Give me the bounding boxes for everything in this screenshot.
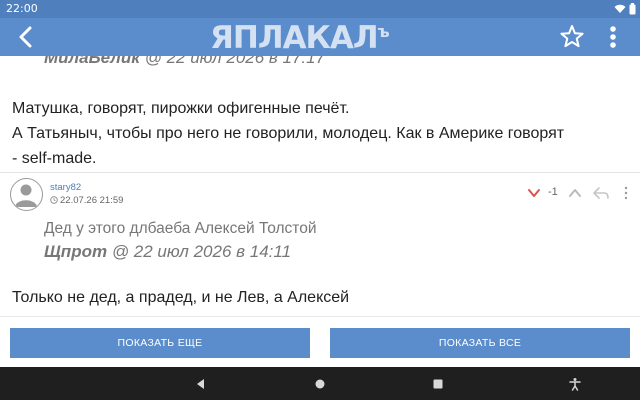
prev-quote-date: @ 22 июл 2026 в 17:17 xyxy=(144,56,326,67)
quote-text: Дед у этого длбаеба Алексей Толстой xyxy=(44,220,317,237)
app-bar: ЯПЛАКАЛъ xyxy=(0,18,640,56)
prev-comment-line: Матушка, говорят, пирожки офигенные печё… xyxy=(12,100,350,117)
comment-timestamp: 22.07.26 21:59 xyxy=(50,195,123,206)
comment-username[interactable]: stary82 xyxy=(50,182,81,193)
quote-date: @ 22 июл 2026 в 14:11 xyxy=(111,242,292,261)
back-arrow-icon[interactable] xyxy=(10,22,40,52)
wifi-icon xyxy=(614,4,626,13)
comment-score: -1 xyxy=(548,186,558,198)
battery-icon xyxy=(629,3,636,15)
comment-timestamp-text: 22.07.26 21:59 xyxy=(60,195,124,206)
pagination-bar: ПОКАЗАТЬ ЕЩЕ ПОКАЗАТЬ ВСЕ xyxy=(0,316,640,367)
logo-suffix: ъ xyxy=(377,22,390,41)
status-time: 22:00 xyxy=(6,2,38,15)
comment-more-icon[interactable] xyxy=(623,186,629,200)
star-icon[interactable] xyxy=(558,23,586,51)
status-bar: 22:00 xyxy=(0,0,640,18)
status-icons xyxy=(614,2,636,16)
vote-up-icon[interactable] xyxy=(568,186,582,200)
reply-icon[interactable] xyxy=(592,186,610,200)
show-all-button[interactable]: ПОКАЗАТЬ ВСЕ xyxy=(330,328,630,358)
nav-home-icon[interactable] xyxy=(313,377,327,391)
nav-recents-icon[interactable] xyxy=(431,377,445,391)
quote-author: Щпрот @ 22 июл 2026 в 14:11 xyxy=(44,242,291,262)
accessibility-icon[interactable] xyxy=(568,377,582,391)
quote-author-name: Щпрот xyxy=(44,242,108,261)
show-more-button[interactable]: ПОКАЗАТЬ ЕЩЕ xyxy=(10,328,310,358)
more-vert-icon[interactable] xyxy=(606,23,620,51)
logo-text: ЯПЛАКАЛ xyxy=(210,20,379,56)
avatar[interactable] xyxy=(10,178,43,211)
avatar-placeholder-icon xyxy=(15,184,37,207)
nav-back-icon[interactable] xyxy=(194,377,208,391)
clock-icon xyxy=(50,196,58,204)
prev-quote-author: МилаБелик @ 22 июл 2026 в 17:17 xyxy=(44,56,325,68)
prev-comment-text: Матушка, говорят, пирожки офигенные печё… xyxy=(12,96,632,171)
site-logo[interactable]: ЯПЛАКАЛъ xyxy=(210,20,390,56)
prev-quote-author-name: МилаБелик xyxy=(44,56,140,67)
comment-text: Только не дед, а прадед, и не Лев, а Але… xyxy=(12,289,350,306)
prev-comment-line: - self-made. xyxy=(12,150,97,167)
comment-divider xyxy=(0,172,640,173)
vote-down-icon[interactable] xyxy=(527,186,541,200)
prev-comment-line: А Татьяныч, чтобы про него не говорили, … xyxy=(12,125,565,142)
system-nav-bar xyxy=(0,367,640,400)
comments-list[interactable]: МилаБелик @ 22 июл 2026 в 17:17 Матушка,… xyxy=(0,56,640,316)
